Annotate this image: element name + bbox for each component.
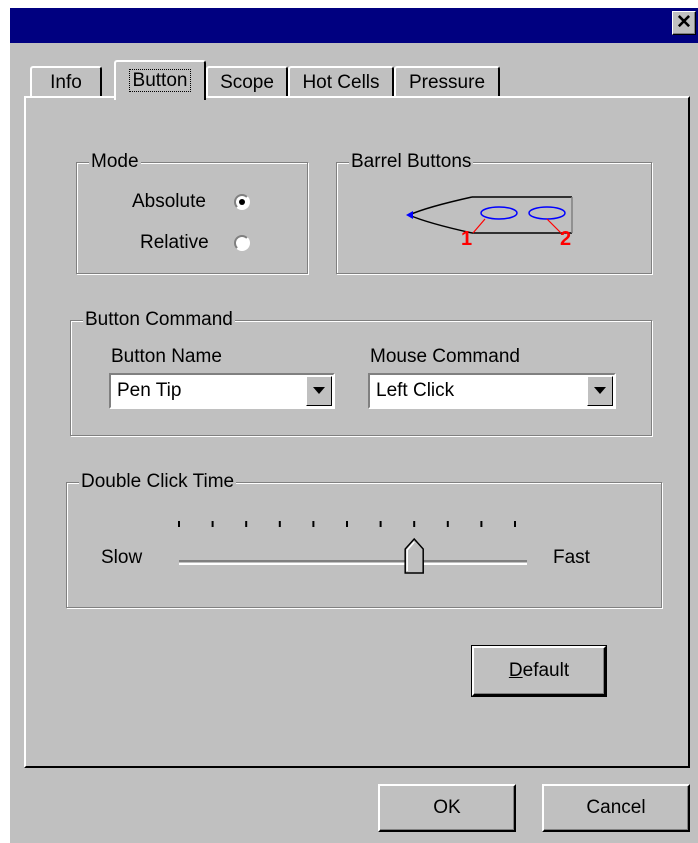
slow-label: Slow — [101, 547, 143, 568]
button-name-label: Button Name — [111, 346, 222, 367]
title-bar: ✕ — [10, 8, 698, 43]
mouse-command-select[interactable]: Left Click — [368, 373, 616, 409]
default-label-rest: efault — [522, 660, 570, 681]
chevron-down-icon[interactable] — [587, 376, 613, 406]
mode-legend: Mode — [89, 151, 141, 173]
radio-selected-dot — [239, 199, 245, 205]
tab-info-label: Info — [50, 72, 82, 93]
button-command-group: Button Command Button Name Pen Tip Mouse… — [70, 309, 652, 436]
fast-label: Fast — [553, 547, 590, 568]
cancel-label: Cancel — [586, 797, 646, 818]
ok-label: OK — [433, 797, 461, 818]
tab-scope[interactable]: Scope — [206, 66, 288, 98]
pen-barrel-icon: 1 2 — [406, 196, 573, 250]
slider-thumb[interactable] — [404, 537, 424, 574]
tab-pressure[interactable]: Pressure — [394, 66, 500, 98]
button-name-value: Pen Tip — [117, 380, 182, 401]
double-click-slider[interactable] — [167, 513, 537, 583]
tab-button[interactable]: Button — [114, 60, 206, 100]
cancel-button[interactable]: Cancel — [542, 784, 690, 832]
barrel-buttons-legend: Barrel Buttons — [349, 151, 474, 173]
barrel-label-2: 2 — [560, 228, 571, 250]
relative-radio[interactable] — [234, 235, 250, 251]
tab-panel-button: Mode Absolute Relative Barrel Buttons 1 … — [24, 96, 690, 768]
double-click-time-legend: Double Click Time — [79, 471, 237, 493]
absolute-label: Absolute — [132, 191, 206, 212]
barrel-buttons-group: Barrel Buttons 1 2 — [336, 151, 652, 274]
tab-button-label: Button — [128, 69, 192, 92]
default-label-mnemonic: D — [508, 660, 523, 681]
close-button[interactable]: ✕ — [672, 11, 696, 35]
chevron-down-icon[interactable] — [306, 376, 332, 406]
tab-scope-label: Scope — [220, 72, 274, 93]
mode-group: Mode Absolute Relative — [76, 151, 308, 274]
mouse-command-value: Left Click — [376, 380, 455, 401]
default-button[interactable]: Default — [471, 645, 607, 697]
ok-button[interactable]: OK — [378, 784, 516, 832]
tab-hot-cells[interactable]: Hot Cells — [288, 66, 394, 98]
close-icon: ✕ — [676, 12, 692, 33]
mouse-command-label: Mouse Command — [370, 346, 520, 367]
absolute-radio[interactable] — [234, 194, 250, 210]
double-click-time-group: Double Click Time Slow Fast — [66, 471, 662, 608]
tab-pressure-label: Pressure — [408, 72, 486, 93]
barrel-label-1: 1 — [461, 228, 472, 250]
relative-label: Relative — [140, 232, 209, 253]
tab-info[interactable]: Info — [30, 66, 102, 98]
tab-hot-cells-label: Hot Cells — [302, 72, 380, 93]
button-command-legend: Button Command — [83, 309, 235, 331]
properties-dialog: ✕ Info Button Scope Hot Cells Pressure M… — [10, 8, 698, 843]
slider-ticks — [178, 521, 516, 527]
button-name-select[interactable]: Pen Tip — [109, 373, 335, 409]
